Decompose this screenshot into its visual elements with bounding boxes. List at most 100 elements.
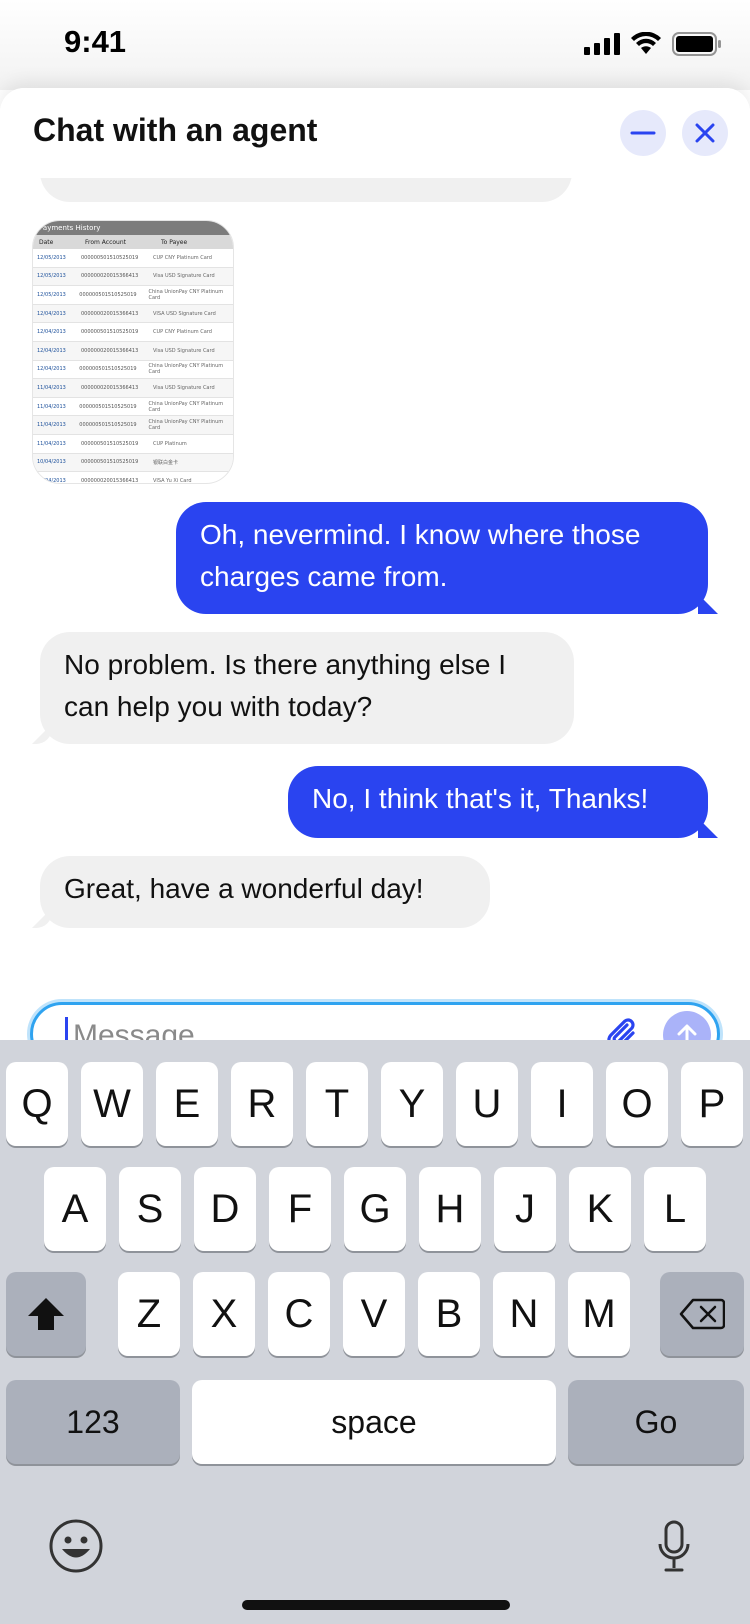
attachment-col-date: Date — [39, 238, 54, 246]
key-u[interactable]: U — [456, 1062, 518, 1146]
attachment-cell: 12/05/2013 — [37, 254, 66, 261]
key-o[interactable]: O — [606, 1062, 668, 1146]
key-t[interactable]: T — [306, 1062, 368, 1146]
key-g[interactable]: G — [344, 1167, 406, 1251]
key-label: J — [515, 1186, 535, 1231]
home-indicator — [242, 1600, 510, 1610]
attachment-cell: 10/04/2013 — [37, 459, 66, 466]
emoji-key[interactable] — [48, 1518, 104, 1578]
dictation-key[interactable] — [656, 1520, 692, 1578]
attachment-cell: 12/04/2013 — [37, 310, 66, 317]
key-label: X — [210, 1291, 238, 1336]
key-m[interactable]: M — [568, 1272, 630, 1356]
go-key[interactable]: Go — [568, 1380, 744, 1464]
message-composer — [30, 1002, 720, 1040]
chat-title: Chat with an agent — [33, 112, 318, 148]
attachment-col-from: From Account — [85, 238, 126, 246]
close-icon — [695, 123, 715, 143]
key-label: F — [287, 1186, 313, 1231]
key-c[interactable]: C — [268, 1272, 330, 1356]
key-w[interactable]: W — [81, 1062, 143, 1146]
key-f[interactable]: F — [269, 1167, 331, 1251]
key-label: Z — [136, 1291, 162, 1336]
key-j[interactable]: J — [494, 1167, 556, 1251]
key-l[interactable]: L — [644, 1167, 706, 1251]
minimize-button[interactable] — [620, 110, 666, 156]
key-label: H — [435, 1186, 465, 1231]
key-e[interactable]: E — [156, 1062, 218, 1146]
attach-button[interactable] — [603, 1015, 643, 1040]
attachment-cell: 000000501510525019 — [79, 403, 137, 410]
key-x[interactable]: X — [193, 1272, 255, 1356]
attachment-cell: 000000020015366413 — [81, 273, 139, 280]
attachment-cell: 000000501510525019 — [81, 329, 139, 336]
attachment-cell: 11/04/2013 — [37, 384, 66, 391]
message-text: Great, have a wonderful day! — [64, 873, 424, 904]
microphone-icon — [658, 1520, 690, 1572]
image-attachment[interactable]: Payments History Date From Account To Pa… — [32, 220, 234, 484]
attachment-row: 10/04/2013 000000501510525019 银联白金卡 — [33, 453, 233, 473]
space-key-label: space — [331, 1403, 417, 1440]
key-q[interactable]: Q — [6, 1062, 68, 1146]
key-label: E — [173, 1081, 201, 1126]
key-label: B — [435, 1291, 463, 1336]
attachment-cell: 09/04/2013 — [37, 477, 66, 484]
attachment-cell: CUP CNY Platinum Card — [153, 329, 212, 336]
attachment-cell: Visa USD Signature Card — [153, 384, 215, 391]
attachment-cell: 000000501510525019 — [81, 440, 139, 447]
attachment-cell: Visa USD Signature Card — [153, 273, 215, 280]
attachment-cell: 000000501510525019 — [79, 366, 137, 373]
key-p[interactable]: P — [681, 1062, 743, 1146]
message-input[interactable] — [71, 1011, 575, 1040]
key-label: M — [582, 1291, 616, 1336]
attachment-cell: CUP Platinum — [153, 440, 187, 447]
send-arrow-icon — [677, 1024, 697, 1040]
attachment-row: 11/04/2013 000000501510525019 China UnionP… — [33, 416, 233, 435]
message-list[interactable]: chat Payments History Date From Account … — [0, 88, 750, 1040]
attachment-cell: 银联白金卡 — [153, 459, 179, 466]
message-text: No, I think that's it, Thanks! — [312, 783, 649, 814]
attachment-row: 12/04/2013 000000501510525019 CUP CNY Plat… — [33, 323, 233, 342]
wifi-icon — [631, 32, 661, 54]
key-b[interactable]: B — [418, 1272, 480, 1356]
shift-key[interactable] — [6, 1272, 86, 1356]
close-button[interactable] — [682, 110, 728, 156]
key-v[interactable]: V — [343, 1272, 405, 1356]
attachment-cell: 000000020015366413 — [81, 310, 139, 317]
key-label: K — [586, 1186, 614, 1231]
backspace-key[interactable] — [660, 1272, 744, 1356]
attachment-row: 12/04/2013 000000501510525019 China UnionP… — [33, 361, 233, 380]
attachment-row: 12/05/2013 000000501510525019 China UnionP… — [33, 286, 233, 305]
user-message: Oh, nevermind. I know where those charge… — [176, 502, 708, 614]
key-label: W — [93, 1081, 131, 1126]
key-label: S — [136, 1186, 164, 1231]
key-h[interactable]: H — [419, 1167, 481, 1251]
key-d[interactable]: D — [194, 1167, 256, 1251]
key-k[interactable]: K — [569, 1167, 631, 1251]
send-button[interactable] — [663, 1011, 711, 1040]
key-z[interactable]: Z — [118, 1272, 180, 1356]
key-a[interactable]: A — [44, 1167, 106, 1251]
shift-icon — [28, 1298, 64, 1330]
agent-message: Great, have a wonderful day! — [40, 856, 490, 928]
attachment-cell: 12/04/2013 — [37, 366, 66, 373]
attachment-rows: 12/05/2013 000000501510525019 CUP CNY Plat… — [33, 249, 233, 484]
key-i[interactable]: I — [531, 1062, 593, 1146]
key-s[interactable]: S — [119, 1167, 181, 1251]
attachment-cell: 11/04/2013 — [37, 440, 66, 447]
key-label: T — [324, 1081, 350, 1126]
attachment-row: 11/04/2013 000000501510525019 China UnionP… — [33, 398, 233, 417]
space-key[interactable]: space — [192, 1380, 556, 1464]
numbers-key-label: 123 — [66, 1403, 120, 1440]
minimize-icon — [630, 131, 656, 135]
key-label: N — [509, 1291, 539, 1336]
attachment-cell: CUP CNY Platinum Card — [153, 254, 212, 261]
chat-header: Chat with an agent — [0, 88, 750, 178]
key-y[interactable]: Y — [381, 1062, 443, 1146]
numbers-key[interactable]: 123 — [6, 1380, 180, 1464]
key-n[interactable]: N — [493, 1272, 555, 1356]
attachment-cell: China UnionPay CNY Platinum Card — [148, 419, 224, 432]
keyboard: QWE R T Y U I OP A S D F GH J K L Z X C V B NM 123 space Go — [0, 1040, 750, 1624]
key-r[interactable]: R — [231, 1062, 293, 1146]
attachment-cell: 000000020015366413 — [81, 477, 139, 484]
